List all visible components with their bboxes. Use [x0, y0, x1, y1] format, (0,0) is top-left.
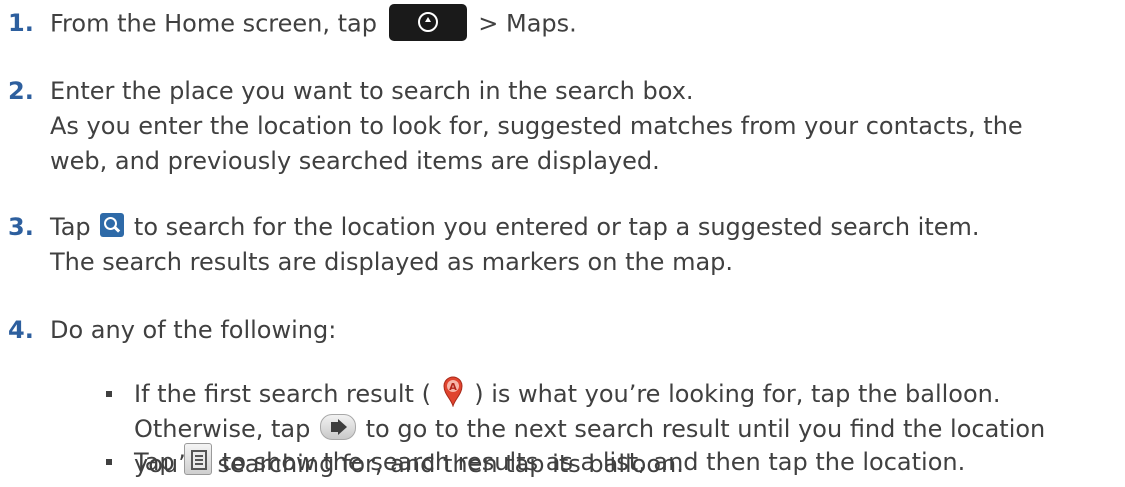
list-view-icon [184, 443, 213, 475]
step-3: 3. Tap to search for the location you en… [8, 210, 980, 280]
step-text: > Maps. [478, 9, 577, 38]
bullet-text: Tap [134, 448, 175, 476]
bullet-text: If the first search result ( [134, 380, 431, 408]
marker-letter: A [449, 382, 457, 393]
step-1: 1. From the Home screen, tap > Maps. [8, 4, 577, 43]
step-text: Tap [50, 213, 91, 241]
step-number: 1. [8, 9, 34, 37]
next-arrow-icon [319, 414, 356, 440]
step-text: From the Home screen, tap [50, 9, 377, 38]
step-text: As you enter the location to look for, s… [50, 112, 1023, 140]
step-number: 2. [8, 77, 34, 105]
step-text: Enter the place you want to search in th… [50, 77, 694, 105]
step-text: to search for the location you entered o… [133, 213, 980, 241]
step-number: 3. [8, 213, 34, 241]
step-4: 4. Do any of the following: [8, 313, 336, 348]
bullet-text: to show the search results as a list, an… [221, 448, 966, 476]
instruction-page: 1. From the Home screen, tap > Maps. 2. … [0, 0, 1125, 487]
map-marker-a-icon: A [443, 376, 463, 407]
all-apps-button-icon [388, 4, 467, 41]
step-text: The search results are displayed as mark… [50, 248, 734, 276]
bullet-dot [106, 459, 112, 465]
search-icon [100, 213, 125, 237]
step-2: 2. Enter the place you want to search in… [8, 74, 1023, 179]
step-number: 4. [8, 316, 34, 344]
bullet-text: to go to the next search result until yo… [365, 415, 1046, 443]
bullet-text: Otherwise, tap [134, 415, 311, 443]
bullet-dot [106, 391, 112, 397]
bullet-item: Tap to show the search results as a list… [106, 443, 966, 480]
step-text: web, and previously searched items are d… [50, 147, 660, 175]
step-text: Do any of the following: [50, 316, 337, 344]
bullet-text: ) is what you’re looking for, tap the ba… [474, 380, 1001, 408]
